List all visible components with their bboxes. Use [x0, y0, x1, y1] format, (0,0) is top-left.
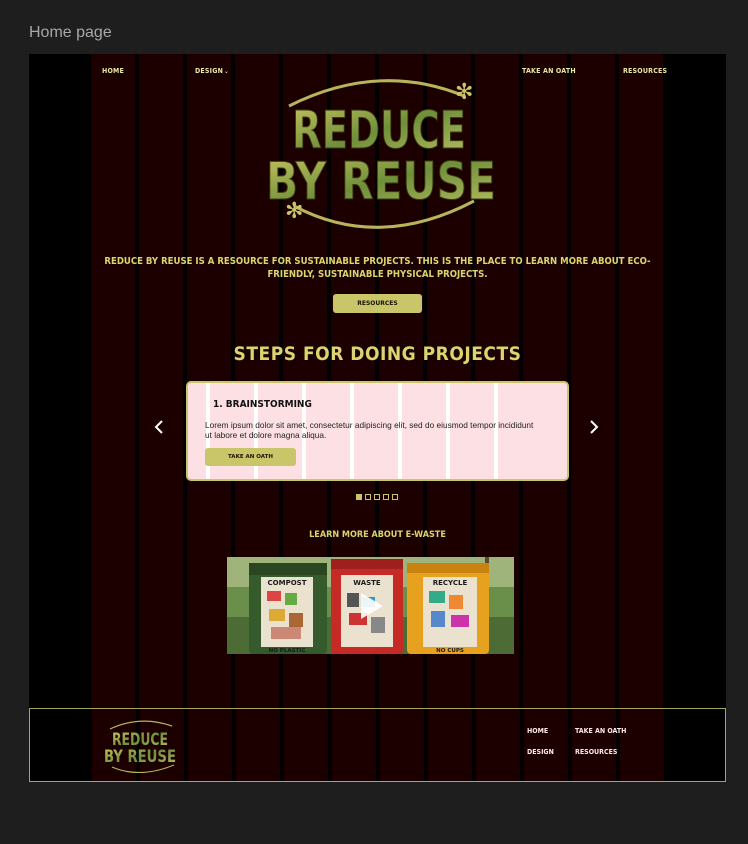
bin-label-recycle: RECYCLE: [433, 579, 468, 587]
bin-label-waste: WASTE: [353, 579, 381, 587]
footer: REDUCE BY REUSE Home Take an oath Design…: [29, 708, 726, 782]
chevron-right-icon: [590, 420, 599, 434]
frame-label: Home page: [29, 24, 112, 41]
nav-design-label: Design: [195, 67, 224, 75]
footer-design-link[interactable]: Design: [527, 748, 554, 756]
footer-take-oath-link[interactable]: Take an oath: [575, 727, 626, 735]
nav-resources-link[interactable]: Resources: [623, 67, 667, 75]
chevron-left-icon: [154, 420, 163, 434]
reduce-by-reuse-logo: ✻ ✻ REDUCE BY REUSE: [266, 79, 497, 229]
bin-label-compost: COMPOST: [268, 579, 307, 587]
logo-line2: BY REUSE: [266, 152, 496, 212]
card-text: Lorem ipsum dolor sit amet, consectetur …: [205, 420, 534, 440]
ewaste-heading: Learn more about e-waste: [309, 530, 446, 540]
footer-logo-line2: BY REUSE: [104, 747, 176, 767]
footer-logo: REDUCE BY REUSE: [104, 720, 176, 773]
steps-heading: Steps for doing projects: [233, 343, 522, 365]
take-oath-button[interactable]: Take an oath: [205, 448, 296, 466]
card-title: 1. Brainstorming: [213, 399, 312, 410]
carousel-dot-2[interactable]: [365, 494, 371, 500]
video-thumbnail: COMPOST NO PLASTIC WASTE RECYCLE NO CUPS: [227, 557, 514, 654]
carousel-dot-4[interactable]: [383, 494, 389, 500]
carousel-next-button[interactable]: [586, 417, 602, 437]
footer-resources-link[interactable]: Resources: [575, 748, 617, 756]
nav-take-oath-link[interactable]: Take an oath: [522, 67, 576, 75]
carousel-card: 1. Brainstorming Lorem ipsum dolor sit a…: [186, 381, 569, 481]
carousel-prev-button[interactable]: [151, 417, 167, 437]
carousel-dot-1[interactable]: [356, 494, 362, 500]
nav-design-link[interactable]: Design⌄: [195, 67, 229, 75]
bin-footer-compost: NO PLASTIC: [269, 648, 306, 654]
home-page-frame: Home Design⌄ Take an oath Resources ✻ ✻ …: [29, 54, 726, 782]
carousel-dots: [356, 494, 398, 500]
chevron-down-icon: ⌄: [224, 68, 229, 75]
ewaste-video[interactable]: COMPOST NO PLASTIC WASTE RECYCLE NO CUPS: [227, 557, 514, 654]
footer-home-link[interactable]: Home: [527, 727, 548, 735]
bin-footer-recycle: NO CUPS: [436, 648, 464, 654]
intro-text: Reduce by Reuse is a resource for sustai…: [104, 256, 651, 280]
resources-button[interactable]: Resources: [333, 294, 422, 313]
nav-home-link[interactable]: Home: [102, 67, 124, 75]
carousel-dot-3[interactable]: [374, 494, 380, 500]
carousel-dot-5[interactable]: [392, 494, 398, 500]
